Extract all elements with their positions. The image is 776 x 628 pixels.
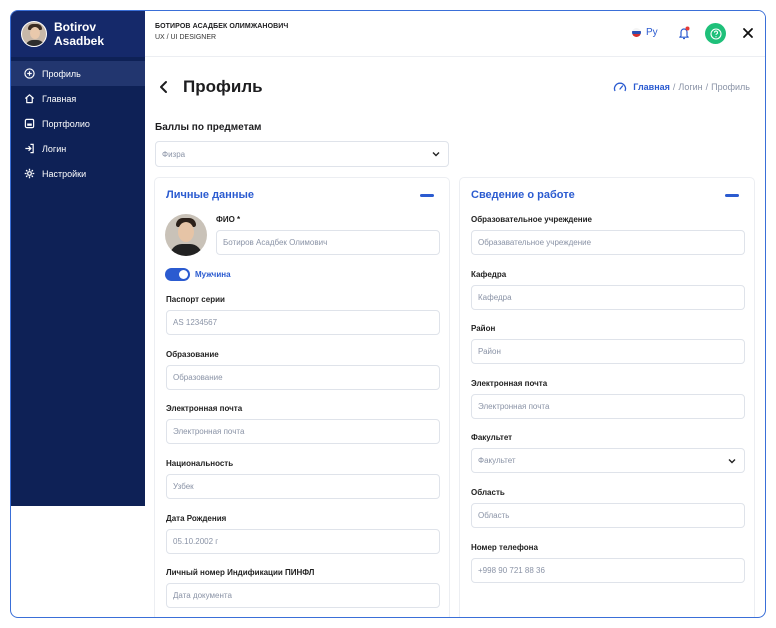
chevron-down-icon: [728, 458, 736, 463]
region-label: Область: [471, 488, 505, 497]
district-input[interactable]: Район: [471, 339, 745, 364]
fio-label: ФИО *: [216, 215, 241, 224]
work-email-input[interactable]: Электронная почта: [471, 394, 745, 419]
breadcrumb-home[interactable]: Главная: [633, 82, 670, 92]
breadcrumb-separator: /: [705, 82, 709, 92]
passport-input[interactable]: AS 1234567: [166, 310, 440, 335]
sidebar-item-portfolio[interactable]: Портфолио: [11, 111, 145, 136]
collapse-button[interactable]: [420, 194, 434, 197]
page-header: Профиль: [157, 77, 263, 97]
topbar: БОТИРОВ АСАДБЕК ОЛИМЖАНОВИЧ UX / UI DESI…: [145, 11, 765, 57]
personal-card-title: Личные данные: [166, 189, 254, 201]
sidebar-user-name: Botirov Asadbek: [54, 20, 105, 48]
passport-label: Паспорт серии: [166, 295, 225, 304]
institution-input[interactable]: Образавательное учреждение: [471, 230, 745, 255]
birth-date-label: Дата Рождения: [166, 514, 227, 523]
phone-input[interactable]: +998 90 721 88 36: [471, 558, 745, 583]
page-title: Профиль: [183, 77, 263, 96]
breadcrumb-login[interactable]: Логин: [678, 82, 702, 92]
fio-input[interactable]: Ботиров Асадбек Олимович: [216, 230, 440, 255]
chevron-down-icon: [432, 152, 440, 157]
department-input[interactable]: Кафедра: [471, 285, 745, 310]
topbar-user: БОТИРОВ АСАДБЕК ОЛИМЖАНОВИЧ UX / UI DESI…: [155, 23, 288, 41]
home-icon: [24, 93, 35, 104]
login-icon: [24, 143, 35, 154]
work-card-title: Сведение о работе: [471, 189, 575, 201]
scores-label: Баллы по предметам: [155, 122, 262, 133]
sidebar-item-settings[interactable]: Настройки: [11, 161, 145, 186]
subject-select[interactable]: Физра: [155, 141, 449, 167]
work-data-card: Сведение о работе Образовательное учрежд…: [459, 177, 755, 617]
language-label: Ру: [646, 27, 658, 38]
gender-toggle[interactable]: [165, 268, 190, 281]
topbar-user-role: UX / UI DESIGNER: [155, 34, 217, 41]
nationality-label: Национальность: [166, 459, 234, 468]
sidebar-item-login[interactable]: Логин: [11, 136, 145, 161]
topbar-user-name: БОТИРОВ АСАДБЕК ОЛИМЖАНОВИЧ: [155, 23, 289, 30]
sidebar-item-label: Портфолио: [42, 118, 90, 129]
email-label: Электронная почта: [166, 404, 243, 413]
sidebar-item-label: Логин: [42, 143, 67, 154]
breadcrumb-current: Профиль: [711, 82, 750, 92]
institution-label: Образовательное учреждение: [471, 215, 593, 224]
help-button[interactable]: [705, 23, 726, 44]
sidebar-item-label: Профиль: [42, 68, 81, 79]
main-content: Профиль Главная / Логин / Профиль Баллы …: [145, 57, 765, 617]
portfolio-icon: [24, 118, 35, 129]
sidebar-item-profile[interactable]: Профиль: [11, 61, 145, 86]
gear-icon: [24, 168, 35, 179]
sidebar-header: Botirov Asadbek: [11, 11, 145, 57]
pinfl-label: Личный номер Индификации ПИНФЛ: [166, 568, 315, 577]
work-email-label: Электронная почта: [471, 379, 548, 388]
question-icon: [709, 27, 722, 40]
avatar[interactable]: [21, 21, 47, 47]
tools-icon[interactable]: [742, 27, 754, 39]
education-input[interactable]: Образование: [166, 365, 440, 390]
collapse-button[interactable]: [725, 194, 739, 197]
phone-label: Номер телефона: [471, 543, 538, 552]
russian-flag-icon: [632, 28, 641, 37]
nationality-input[interactable]: Узбек: [166, 474, 440, 499]
sidebar-menu: Профиль Главная Портфолио Логин Настройк…: [11, 57, 145, 186]
gender-label: Мужчина: [195, 270, 231, 279]
region-input[interactable]: Область: [471, 503, 745, 528]
bell-icon[interactable]: [678, 26, 690, 40]
email-input[interactable]: Электронная почта: [166, 419, 440, 444]
birth-date-input[interactable]: 05.10.2002 г: [166, 529, 440, 554]
education-label: Образование: [166, 350, 219, 359]
profile-photo[interactable]: [165, 214, 207, 256]
district-label: Район: [471, 324, 496, 333]
faculty-select-value: Факультет: [478, 456, 516, 465]
sidebar-item-label: Настройки: [42, 168, 87, 179]
back-arrow-icon[interactable]: [157, 80, 171, 94]
sidebar: Botirov Asadbek Профиль Главная Портфоли…: [11, 11, 145, 506]
subject-select-value: Физра: [162, 149, 186, 159]
breadcrumb: Главная / Логин / Профиль: [613, 81, 750, 93]
dashboard-icon: [614, 82, 627, 92]
pinfl-input[interactable]: Дата документа: [166, 583, 440, 608]
language-switcher[interactable]: Ру: [632, 27, 658, 38]
sidebar-item-home[interactable]: Главная: [11, 86, 145, 111]
personal-data-card: Личные данные ФИО * Ботиров Асадбек Олим…: [154, 177, 450, 617]
breadcrumb-separator: /: [672, 82, 676, 92]
plus-circle-icon: [24, 68, 35, 79]
app-window: Botirov Asadbek Профиль Главная Портфоли…: [10, 10, 766, 618]
department-label: Кафедра: [471, 270, 507, 279]
faculty-select[interactable]: Факультет: [471, 448, 745, 473]
sidebar-item-label: Главная: [42, 93, 77, 104]
faculty-label: Факультет: [471, 433, 513, 442]
